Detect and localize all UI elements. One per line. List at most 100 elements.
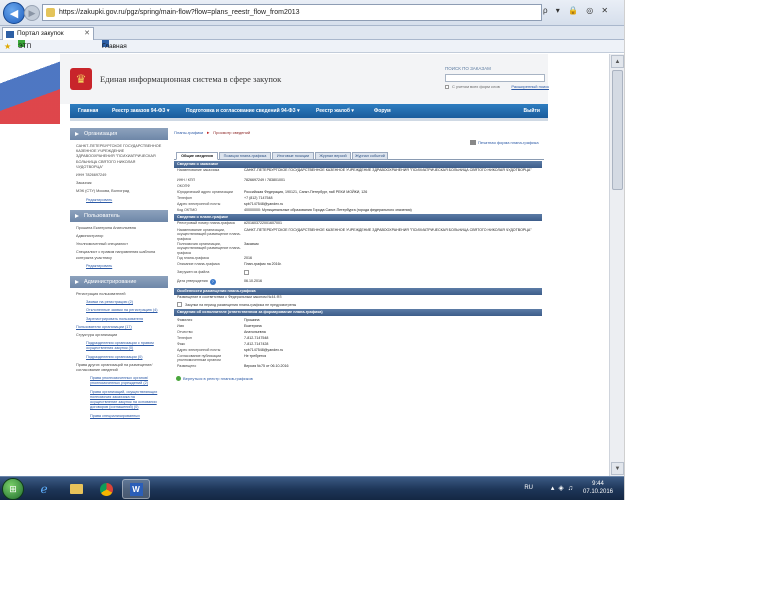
row-plan-description: Описание плана-графика План-график на 201… <box>177 262 282 266</box>
word-icon: W <box>129 482 143 496</box>
plan-details: Сведения о заказчике Наименование заказч… <box>174 161 542 381</box>
row-org-authority: Полномочия организации, осуществляющей р… <box>177 242 259 255</box>
forward-arrow-icon: ▶ <box>28 7 36 18</box>
user-box: Прошина Екатерина Анатольевна Администра… <box>70 222 168 276</box>
no-purchases-checkbox <box>177 302 182 307</box>
menu-item-forum[interactable]: Форум <box>374 104 391 118</box>
row-registry-number: Реестровый номер плана-графика #201603722… <box>177 221 282 225</box>
menu-item-orders-registry[interactable]: Реестр заказов 94-ФЗ ▾ <box>112 104 169 118</box>
clock-time: 9:44 <box>592 481 604 487</box>
taskbar-word[interactable]: W <box>122 479 150 499</box>
back-to-registry-link[interactable]: Вернуться в реестр планов-графиков <box>174 376 542 381</box>
internet-explorer-icon: ℯ <box>40 482 48 496</box>
taskbar-ie[interactable]: ℯ <box>30 479 58 499</box>
tray-icons[interactable]: ▴◈♫ <box>551 484 577 492</box>
taskbar-explorer[interactable] <box>62 479 90 499</box>
folder-icon <box>69 484 83 494</box>
breadcrumb: Планы-графики ► Просмотр сведений <box>174 130 544 138</box>
admin-box-header[interactable]: Администрирование <box>70 276 168 289</box>
search-word-forms-checkbox[interactable] <box>445 85 449 89</box>
clock[interactable]: 9:44 07.10.2016 <box>581 480 615 496</box>
specialized-orgs-rights-link[interactable]: Права специализированных <box>76 414 162 419</box>
org-box-header[interactable]: Организация <box>70 128 168 140</box>
divisions-link[interactable]: Подразделения организации (0) <box>76 355 162 360</box>
section-plan: Сведения о плане-графике <box>174 214 542 221</box>
row-customer-name: Наименование заказчика САНКТ-ПЕТЕРБУРГСКО… <box>177 168 532 172</box>
menu-shadow <box>70 118 548 121</box>
feature-check-row: Закупки на период размещения плана-графи… <box>174 300 542 309</box>
row-approval-publication: Согласование публикации уполномоченным о… <box>177 354 267 363</box>
purchasing-divisions-link[interactable]: Подразделения организации с правом осуще… <box>76 341 162 351</box>
flag-decoration <box>0 54 60 124</box>
language-indicator[interactable]: RU <box>524 485 533 491</box>
browser-tab[interactable]: Портал закупок ✕ <box>2 27 94 40</box>
user-role-contract: Специалист с правом направления шаблона … <box>76 250 156 260</box>
org-users-link[interactable]: Пользователи организации (17) <box>76 325 162 330</box>
tab-favicon-icon <box>6 31 14 38</box>
tab-events[interactable]: Журнал событий <box>352 152 388 160</box>
tab-bar: Портал закупок ✕ <box>0 26 624 40</box>
tab-positions[interactable]: Позиции плана-графика <box>219 152 271 160</box>
tab-title: Портал закупок <box>17 30 64 37</box>
authorized-bodies-rights-link[interactable]: Права уполномоченных органов/уполномочен… <box>76 376 162 386</box>
printer-icon <box>470 140 476 145</box>
search-input[interactable] <box>445 74 545 82</box>
row-approval-date: Дата утверждения? 06.10.2016 <box>177 279 262 285</box>
vertical-scrollbar[interactable]: ▲ ▼ <box>609 54 624 476</box>
scroll-up-icon[interactable]: ▲ <box>611 55 624 68</box>
search-option-label: С учетом всех форм слов <box>452 84 500 89</box>
register-user-link[interactable]: Зарегистрировать пользователя <box>76 317 162 322</box>
contract-orgs-rights-link[interactable]: Права организаций, осуществляющих полном… <box>76 390 162 411</box>
scroll-down-icon[interactable]: ▼ <box>611 462 624 475</box>
clock-date: 07.10.2016 <box>582 489 614 495</box>
admin-reg-title: Регистрация пользователей <box>76 292 126 297</box>
menu-item-preparation[interactable]: Подготовка и согласование сведений 94-ФЗ… <box>186 104 300 118</box>
forward-button[interactable]: ▶ <box>24 5 40 21</box>
back-arrow-icon <box>176 376 181 381</box>
admin-structure-title: Структура организации <box>76 333 118 338</box>
reg-requests-link[interactable]: Заявки на регистрацию (2) <box>76 300 162 305</box>
org-edit-link[interactable]: Редактировать <box>76 198 162 203</box>
start-button[interactable]: ⊞ <box>2 478 24 500</box>
scroll-thumb[interactable] <box>612 70 623 190</box>
favorites-bar: ★ ЭТП Сбербанк-АСТ (#F2) Главная Портал … <box>0 40 624 76</box>
url-input[interactable]: https://zakupki.gov.ru/pgz/spring/main-f… <box>42 4 542 21</box>
windows-logo-icon: ⊞ <box>9 483 17 494</box>
chrome-icon <box>99 482 113 496</box>
row-loaded-from-file: Загружен из файла <box>174 270 542 279</box>
tab-general[interactable]: Общие сведения <box>176 152 218 160</box>
site-favicon-icon <box>46 8 55 17</box>
breadcrumb-parent-link[interactable]: Планы-графики <box>174 130 203 135</box>
loaded-from-file-checkbox <box>244 270 249 275</box>
taskbar-chrome[interactable] <box>92 479 120 499</box>
main-menu: Главная Реестр заказов 94-ФЗ ▾ Подготовк… <box>70 104 548 118</box>
help-icon[interactable]: ? <box>209 279 216 285</box>
org-name: САНКТ-ПЕТЕРБУРГСКОЕ ГОСУДАРСТВЕННОЕ КАЗЕ… <box>76 144 162 169</box>
section-features: Особенности размещения плана-графика <box>174 288 542 295</box>
section-executor: Сведения об исполнителе (ответственном з… <box>174 309 542 316</box>
user-role-specialist: Уполномоченный специалист <box>76 242 129 247</box>
advanced-search-link[interactable]: Расширенный поиск <box>511 84 549 89</box>
back-arrow-icon: ◀ <box>9 7 19 20</box>
org-inn: ИНН 7826697249 <box>76 173 107 178</box>
org-role: Заказчик <box>76 181 92 186</box>
admin-box: Регистрация пользователей Заявки на реги… <box>70 288 168 426</box>
close-tab-icon[interactable]: ✕ <box>84 28 90 40</box>
print-form-link[interactable]: Печатная форма плана-графика <box>470 140 539 145</box>
row-published: Размещено Версия №75 от 06.10.2016 <box>177 364 289 368</box>
url-tools[interactable]: ρ ▾ 🔒 ◎ ✕ <box>543 6 611 15</box>
user-box-header[interactable]: Пользователь <box>70 209 168 222</box>
site-title: Единая информационная система в сфере за… <box>100 74 282 84</box>
exit-button[interactable]: Выйти <box>524 104 540 118</box>
rejected-requests-link[interactable]: Отклоненные заявки на регистрацию (4) <box>76 308 162 313</box>
user-edit-link[interactable]: Редактировать <box>76 264 162 269</box>
back-button[interactable]: ◀ <box>3 2 25 24</box>
menu-item-home[interactable]: Главная <box>78 104 98 118</box>
section-customer: Сведения о заказчике <box>174 161 542 168</box>
tab-totals[interactable]: Итоговые позиции <box>272 152 314 160</box>
favorites-star-icon[interactable]: ★ <box>4 40 11 53</box>
row-oktmo: Код ОКТМО 40000000: Муниципальные образов… <box>177 208 412 212</box>
org-address: МЭК (СТУ) Москва, Волгоград <box>76 189 130 194</box>
tab-versions[interactable]: Журнал версий <box>315 152 351 160</box>
menu-item-complaints[interactable]: Реестр жалоб ▾ <box>316 104 354 118</box>
